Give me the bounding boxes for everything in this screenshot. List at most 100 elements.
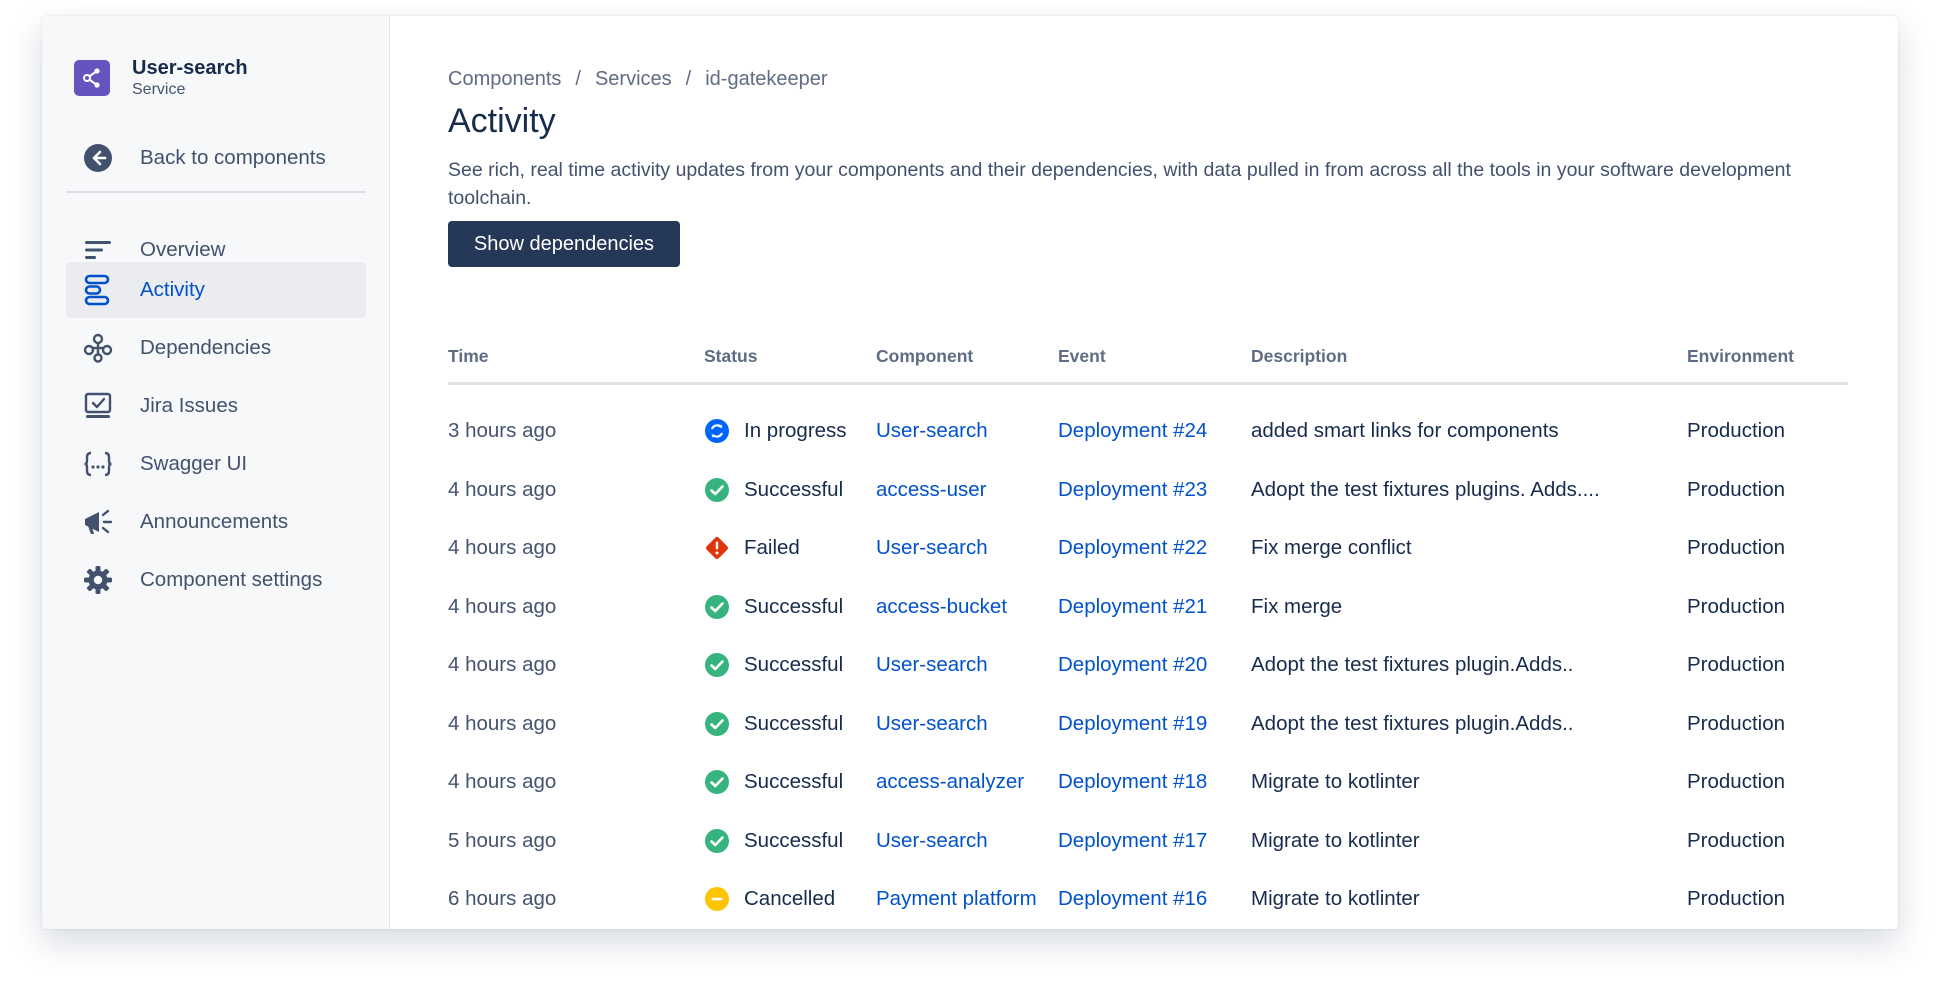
component-link[interactable]: Payment platform [876, 870, 1037, 928]
component-link[interactable]: access-bucket [876, 578, 1007, 636]
table-row: 4 hours ago Successful User-search Deplo… [448, 695, 1848, 753]
component-link[interactable]: Auth-identity [876, 929, 990, 930]
status-cell: Successful [704, 812, 843, 870]
time-cell: 4 hours ago [448, 770, 557, 793]
sidebar-item-label: Dependencies [140, 336, 272, 359]
sidebar-item-label: Component settings [140, 568, 323, 591]
megaphone-icon [82, 506, 114, 538]
status-cell: Successful [704, 753, 843, 811]
column-header-time[interactable]: Time [448, 346, 489, 367]
in-progress-icon [704, 418, 730, 444]
event-link[interactable]: Deployment #15 [1058, 929, 1207, 930]
back-to-components-label: Back to components [140, 146, 326, 169]
page-title: Activity [448, 102, 556, 140]
sidebar-item-label: Announcements [140, 510, 289, 533]
event-link[interactable]: Deployment #24 [1058, 402, 1207, 460]
status-label: Successful [744, 770, 844, 793]
event-link[interactable]: Deployment #23 [1058, 461, 1207, 519]
sidebar-item-swagger-ui[interactable]: Swagger UI [66, 436, 366, 492]
sidebar-item-jira-issues[interactable]: Jira Issues [66, 378, 366, 434]
component-name: User-search [132, 57, 248, 79]
event-link[interactable]: Deployment #21 [1058, 578, 1207, 636]
event-link[interactable]: Deployment #16 [1058, 870, 1207, 928]
status-cell: Successful [704, 578, 843, 636]
show-dependencies-button[interactable]: Show dependencies [448, 221, 680, 267]
column-header-component[interactable]: Component [876, 346, 973, 367]
swagger-icon [82, 448, 114, 480]
status-cell: Successful [704, 929, 843, 930]
sidebar-item-dependencies[interactable]: Dependencies [66, 320, 366, 376]
status-cell: Failed [704, 519, 800, 577]
time-cell: 4 hours ago [448, 536, 557, 559]
back-to-components-link[interactable]: Back to components [66, 130, 366, 186]
environment-cell: Production [1687, 594, 1786, 618]
component-link[interactable]: User-search [876, 695, 988, 753]
sidebar-item-label: Activity [140, 278, 205, 301]
app-window: User-search Service Back to components O… [42, 16, 1898, 929]
time-cell: 4 hours ago [448, 711, 557, 735]
sidebar-item-label: Jira Issues [140, 394, 238, 417]
breadcrumb-item-components[interactable]: Components [448, 68, 561, 91]
component-link[interactable]: User-search [876, 812, 988, 870]
event-link[interactable]: Deployment #18 [1058, 753, 1207, 811]
sidebar-item-activity[interactable]: Activity [66, 262, 366, 318]
column-header-event[interactable]: Event [1058, 346, 1106, 367]
table-row: 5 hours ago Successful User-search Deplo… [448, 812, 1848, 870]
sidebar-divider [66, 191, 366, 193]
component-link[interactable]: access-analyzer [876, 753, 1024, 811]
description-cell: Migrate to kotlinter [1251, 828, 1420, 852]
breadcrumb-item-services[interactable]: Services [595, 68, 672, 91]
description-cell: Adopt the test fixtures plugin.Adds.. [1251, 653, 1574, 676]
event-link[interactable]: Deployment #17 [1058, 812, 1207, 870]
jira-issues-icon [82, 390, 114, 422]
event-link[interactable]: Deployment #20 [1058, 636, 1207, 694]
table-row: 4 hours ago Successful access-analyzer D… [448, 753, 1848, 811]
time-cell: 4 hours ago [448, 477, 557, 501]
component-link[interactable]: User-search [876, 402, 988, 460]
environment-cell: Production [1687, 477, 1786, 501]
event-link[interactable]: Deployment #22 [1058, 519, 1207, 577]
success-check-icon [704, 828, 730, 854]
dependencies-icon [82, 332, 114, 364]
component-link[interactable]: access-user [876, 461, 987, 519]
service-logo-icon [74, 60, 110, 96]
status-label: Successful [744, 828, 844, 852]
description-cell: Adopt the test fixtures plugin.Adds.. [1251, 711, 1574, 735]
table-row: 4 hours ago Successful access-bucket Dep… [448, 578, 1848, 636]
component-type: Service [132, 81, 186, 98]
time-cell: 4 hours ago [448, 594, 557, 618]
breadcrumb-separator: / [575, 68, 581, 90]
sidebar-item-component-settings[interactable]: Component settings [66, 552, 366, 608]
main-content: Components / Services / id-gatekeeper Ac… [390, 16, 1898, 929]
success-check-icon [704, 711, 730, 737]
status-label: Failed [744, 536, 800, 559]
time-cell: 6 hours ago [448, 929, 556, 930]
column-header-status[interactable]: Status [704, 346, 757, 367]
breadcrumb: Components / Services / id-gatekeeper [448, 68, 828, 91]
status-label: Successful [744, 653, 844, 676]
status-cell: Successful [704, 695, 843, 753]
column-header-description[interactable]: Description [1251, 346, 1347, 367]
time-cell: 4 hours ago [448, 653, 557, 676]
success-check-icon [704, 594, 730, 620]
status-cell: Successful [704, 636, 843, 694]
error-warning-icon [704, 535, 730, 561]
column-header-environment[interactable]: Environment [1687, 346, 1794, 367]
description-cell: Fix merge [1251, 594, 1343, 618]
table-row: 6 hours ago Cancelled Payment platform D… [448, 870, 1848, 928]
sidebar-item-announcements[interactable]: Announcements [66, 494, 366, 550]
status-cell: Successful [704, 461, 843, 519]
component-link[interactable]: User-search [876, 519, 988, 577]
success-check-icon [704, 769, 730, 795]
status-cell: In progress [704, 402, 847, 460]
back-arrow-icon [82, 142, 114, 174]
component-link[interactable]: User-search [876, 636, 988, 694]
gear-icon [82, 564, 114, 596]
environment-cell: Production [1687, 929, 1785, 930]
event-link[interactable]: Deployment #19 [1058, 695, 1207, 753]
breadcrumb-item-current[interactable]: id-gatekeeper [705, 68, 827, 91]
success-check-icon [704, 652, 730, 678]
activity-icon [82, 274, 114, 306]
component-header: User-search Service [74, 56, 248, 100]
success-check-icon [704, 477, 730, 503]
